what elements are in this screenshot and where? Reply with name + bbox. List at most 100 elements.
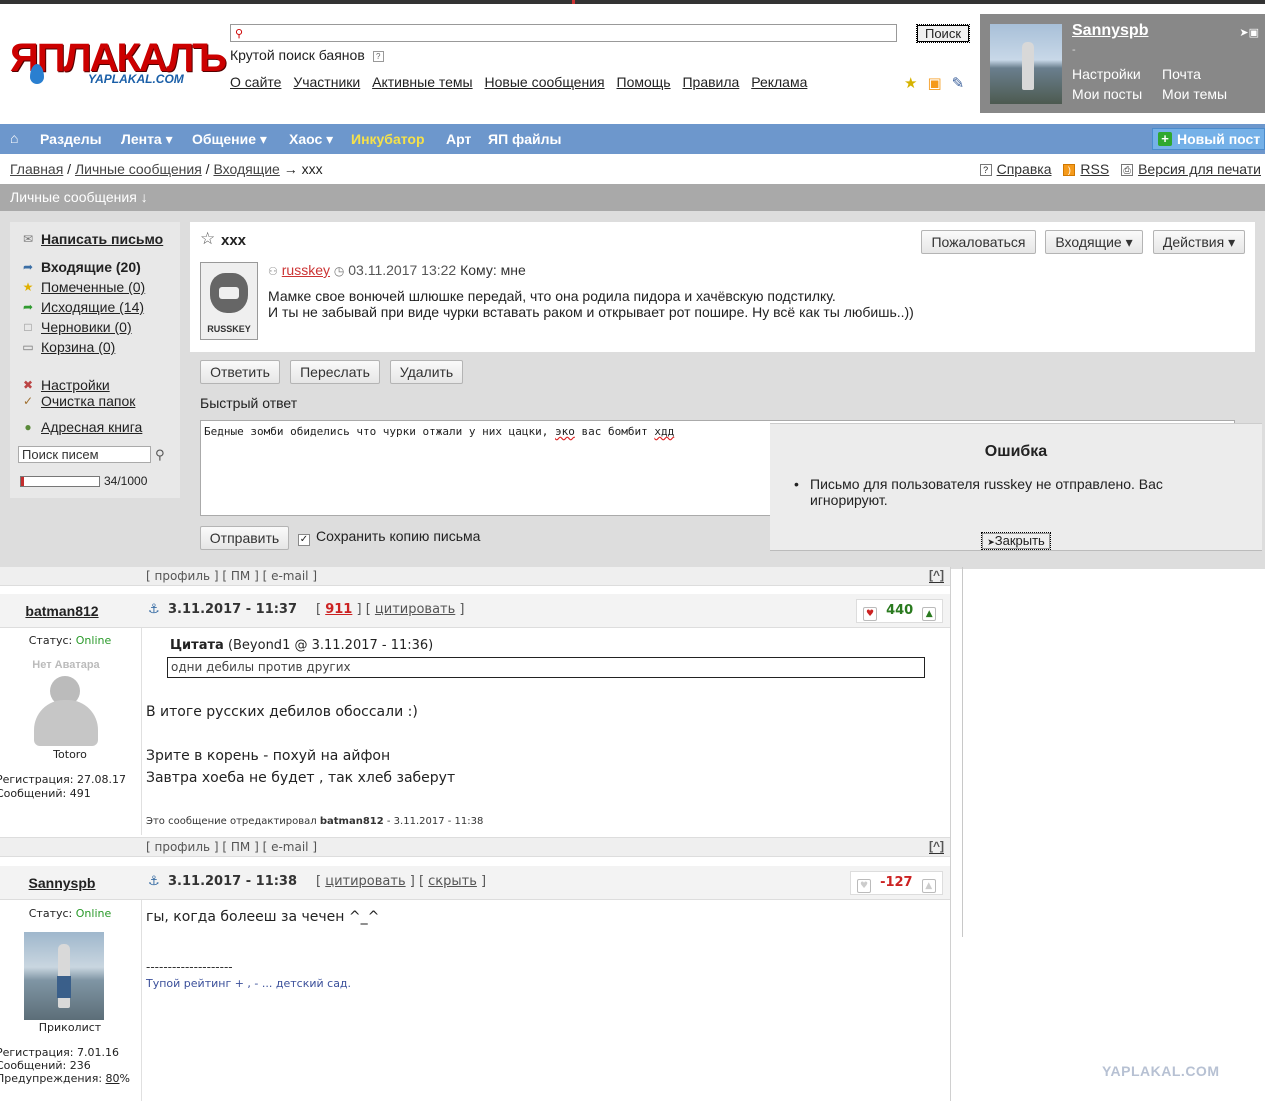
vote-up-icon[interactable]: ▲: [922, 607, 937, 621]
addressbook-link[interactable]: ● Адресная книга: [24, 419, 142, 435]
anchor-icon[interactable]: ⚓: [148, 601, 160, 617]
folder-drafts[interactable]: □ Черновики (0): [24, 319, 131, 335]
post-links[interactable]: [ профиль ] [ ПМ ] [ e-mail ]: [146, 840, 317, 854]
scroll-top-button[interactable]: [^]: [929, 568, 944, 583]
site-search-input[interactable]: ⚲: [230, 24, 897, 42]
actions-button[interactable]: Действия ▾: [1153, 230, 1245, 254]
send-button[interactable]: Отправить: [200, 526, 289, 550]
scrollbar-track[interactable]: [962, 567, 963, 937]
warn-link[interactable]: 80: [106, 1072, 120, 1085]
post-ops: [ 911 ] [ цитировать ]: [316, 602, 465, 617]
post-ops: [ цитировать ] [ скрыть ]: [316, 874, 487, 889]
folder-trash[interactable]: ▭ Корзина (0): [22, 339, 115, 355]
scroll-top-button[interactable]: [^]: [929, 839, 944, 854]
delete-button[interactable]: Удалить: [390, 360, 463, 384]
rss-icon[interactable]: ▣: [927, 75, 941, 92]
cite-link[interactable]: цитировать: [325, 874, 405, 889]
post-body: гы, когда болееш за чечен ^_^: [146, 909, 380, 925]
star-icon[interactable]: ★: [904, 75, 917, 92]
post-author[interactable]: Sannyspb: [0, 875, 132, 891]
bayan-link[interactable]: Крутой поиск баянов: [230, 47, 365, 63]
vote-down-icon[interactable]: ♥: [857, 879, 871, 893]
post-author[interactable]: batman812: [0, 603, 132, 619]
pm-search-input[interactable]: Поиск писем: [18, 446, 151, 463]
pm-section-bar[interactable]: Личные сообщения ↓: [0, 184, 1265, 211]
author-title: Totoro: [53, 748, 87, 761]
help-link[interactable]: Справка: [997, 161, 1052, 177]
nav-members[interactable]: Участники: [293, 74, 360, 90]
content-border: [950, 567, 951, 1101]
vote-down-icon[interactable]: ♥: [863, 607, 877, 621]
user-settings-link[interactable]: Настройки: [1072, 66, 1141, 82]
hide-link[interactable]: скрыть: [428, 874, 477, 889]
folder-marked[interactable]: ★ Помеченные (0): [23, 279, 146, 295]
folder-select-button[interactable]: Входящие ▾: [1045, 230, 1143, 254]
logout-icon[interactable]: ➤▣: [1239, 26, 1259, 39]
avatar-tag: RUSSKEY: [207, 324, 251, 334]
nav-ads[interactable]: Реклама: [751, 74, 807, 90]
message-meta: ⚇ russkey ◷ 03.11.2017 13:22 Кому: мне: [268, 262, 526, 278]
help-icon[interactable]: ?: [372, 50, 384, 62]
new-post-button[interactable]: + Новый пост: [1152, 128, 1265, 150]
search-button[interactable]: Поиск: [916, 24, 970, 43]
post-body: В итоге русских дебилов обоссали :) Зрит…: [146, 704, 456, 786]
rss-icon: ): [1063, 164, 1076, 177]
nav-rules[interactable]: Правила: [682, 74, 739, 90]
crumb-pm[interactable]: Личные сообщения: [75, 161, 202, 177]
star-outline-icon[interactable]: ☆: [200, 229, 215, 249]
user-icon: ⚇: [268, 266, 278, 278]
folder-outbox[interactable]: ➦ Исходящие (14): [23, 299, 144, 315]
quote-header: Цитата (Beyond1 @ 3.11.2017 - 11:36): [170, 638, 434, 653]
print-link[interactable]: Версия для печати: [1138, 161, 1261, 177]
message-title: xxx: [221, 232, 247, 249]
nav-help[interactable]: Помощь: [617, 74, 671, 90]
header-icons: ★ ▣ ✎: [904, 74, 974, 92]
user-topics-link[interactable]: Мои темы: [1162, 86, 1227, 102]
search-icon[interactable]: ⚲: [155, 447, 165, 463]
message-line: И ты не забывай при виде чурки вставать …: [268, 304, 914, 320]
vote-up-icon[interactable]: ▲: [921, 879, 936, 893]
report-button[interactable]: Пожаловаться: [921, 230, 1036, 254]
nav-files[interactable]: ЯП файлы: [488, 131, 562, 147]
user-name[interactable]: Sannyspb: [1072, 22, 1148, 40]
post-count-link[interactable]: 911: [325, 602, 352, 617]
save-copy-checkbox[interactable]: ✓ Сохранить копию письма: [298, 528, 480, 546]
folder-inbox[interactable]: ➦ Входящие (20): [23, 259, 141, 275]
user-posts-link[interactable]: Мои посты: [1072, 86, 1142, 102]
user-avatar[interactable]: [990, 24, 1062, 104]
nav-new-messages[interactable]: Новые сообщения: [485, 74, 605, 90]
pm-settings-link[interactable]: ✖ Настройки: [23, 377, 110, 393]
error-close-button[interactable]: ➤Закрыть: [981, 532, 1051, 550]
nav-sections[interactable]: Разделы: [40, 131, 102, 147]
checkbox-check: ✓: [298, 534, 310, 546]
save-copy-label: Сохранить копию письма: [316, 528, 481, 544]
draft-icon: □: [24, 320, 32, 334]
compose-link[interactable]: ✉ Написать письмо: [23, 231, 163, 247]
forward-button[interactable]: Переслать: [290, 360, 380, 384]
quota-fill: [21, 477, 24, 486]
post-links[interactable]: [ профиль ] [ ПМ ] [ e-mail ]: [146, 569, 317, 583]
site-logo[interactable]: ЯПЛАКАЛЪ YAPLAKAL.COM: [10, 38, 227, 88]
nav-feed[interactable]: Лента ▾: [121, 131, 173, 148]
reply-button[interactable]: Ответить: [200, 360, 280, 384]
cite-link[interactable]: цитировать: [375, 602, 455, 617]
user-mail-link[interactable]: Почта: [1162, 66, 1201, 82]
sender-link[interactable]: russkey: [282, 262, 330, 278]
crumb-inbox[interactable]: Входящие: [213, 161, 279, 177]
nav-chaos[interactable]: Хаос ▾: [289, 131, 333, 148]
message-date: 03.11.2017 13:22: [348, 262, 457, 278]
home-icon[interactable]: ⌂: [10, 130, 18, 146]
pin-icon[interactable]: ✎: [952, 75, 965, 92]
author-avatar[interactable]: [24, 932, 104, 1020]
sender-avatar[interactable]: RUSSKEY: [200, 262, 258, 340]
clean-folders-link[interactable]: ✓ Очистка папок: [23, 393, 135, 409]
anchor-icon[interactable]: ⚓: [148, 873, 160, 889]
nav-incubator[interactable]: Инкубатор: [351, 131, 425, 147]
rss-link[interactable]: RSS: [1080, 161, 1109, 177]
crumb-home[interactable]: Главная: [10, 161, 63, 177]
nav-about[interactable]: О сайте: [230, 74, 281, 90]
nav-talk[interactable]: Общение ▾: [192, 131, 267, 148]
nav-art[interactable]: Арт: [446, 131, 471, 147]
nav-active-topics[interactable]: Активные темы: [372, 74, 473, 90]
post-links-row: [ профиль ] [ ПМ ] [ e-mail ] [^]: [0, 566, 950, 586]
